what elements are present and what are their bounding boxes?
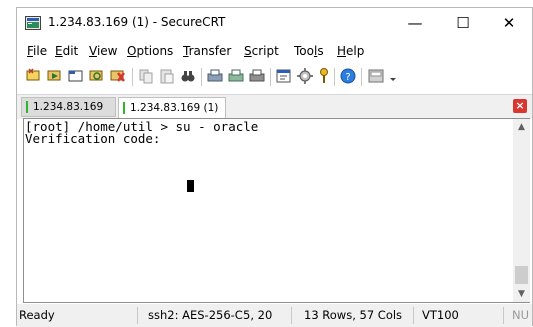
find-icon[interactable] bbox=[179, 67, 197, 85]
session-options-icon[interactable] bbox=[275, 67, 293, 85]
help-icon[interactable]: ? bbox=[339, 67, 357, 85]
menu-tools[interactable]: Tools bbox=[294, 44, 324, 58]
status-separator bbox=[503, 307, 504, 324]
print-icon[interactable] bbox=[206, 67, 224, 85]
sftp-icon[interactable] bbox=[367, 67, 385, 85]
reconnect-icon[interactable] bbox=[88, 67, 106, 85]
title-bar[interactable]: 1.234.83.169 (1) - SecureCRT — ☐ ✕ bbox=[17, 8, 532, 38]
paste-icon[interactable] bbox=[158, 67, 176, 85]
status-separator bbox=[291, 307, 292, 324]
status-cipher: ssh2: AES-256-C bbox=[148, 308, 243, 322]
toolbar-separator bbox=[270, 68, 271, 86]
tab-label: 1.234.83.169 (1) bbox=[130, 102, 219, 114]
securecrt-app-icon bbox=[25, 16, 41, 30]
terminal-line: Verification code: bbox=[25, 131, 161, 146]
connected-status-icon bbox=[26, 101, 28, 113]
maximize-button[interactable]: ☐ bbox=[440, 8, 486, 38]
menu-script[interactable]: Script bbox=[244, 44, 279, 58]
session-tab-bar: 1.234.83.169 1.234.83.169 (1) × bbox=[17, 94, 532, 119]
close-icon: ✕ bbox=[502, 14, 516, 32]
print-selection-icon[interactable] bbox=[227, 67, 245, 85]
status-separator bbox=[137, 307, 138, 324]
menu-options[interactable]: Options bbox=[127, 44, 173, 58]
print-setup-icon[interactable] bbox=[248, 67, 266, 85]
menu-bar: File Edit View Options Transfer Script T… bbox=[17, 41, 532, 61]
disconnect-icon[interactable] bbox=[109, 67, 127, 85]
menu-file[interactable]: File bbox=[27, 44, 47, 58]
close-tab-icon[interactable]: × bbox=[513, 99, 527, 113]
menu-edit[interactable]: Edit bbox=[55, 44, 78, 58]
toolbar: ? bbox=[17, 64, 532, 90]
menu-transfer[interactable]: Transfer bbox=[183, 44, 231, 58]
connected-status-icon bbox=[123, 102, 125, 114]
menu-view[interactable]: View bbox=[89, 44, 117, 58]
minimize-icon: — bbox=[407, 14, 423, 32]
terminal-area[interactable]: [root] /home/util > su - oracle Verifica… bbox=[23, 118, 513, 303]
menu-help[interactable]: Help bbox=[337, 44, 364, 58]
svg-text:?: ? bbox=[345, 72, 350, 83]
connect-icon[interactable] bbox=[25, 67, 43, 85]
toolbar-separator bbox=[361, 68, 362, 86]
tab-session-1[interactable]: 1.234.83.169 bbox=[21, 97, 116, 117]
copy-icon[interactable] bbox=[137, 67, 155, 85]
toolbar-separator bbox=[201, 68, 202, 86]
quick-connect-icon[interactable] bbox=[46, 67, 64, 85]
status-bar: Ready ssh2: AES-256-C 5, 20 13 Rows, 57 … bbox=[17, 304, 532, 327]
status-terminal-size: 13 Rows, 57 Cols bbox=[304, 308, 403, 322]
minimize-button[interactable]: — bbox=[392, 8, 438, 38]
tab-label: 1.234.83.169 bbox=[33, 101, 104, 113]
status-ready: Ready bbox=[19, 308, 55, 322]
keymap-icon[interactable] bbox=[315, 67, 333, 85]
toolbar-separator bbox=[132, 68, 133, 86]
vertical-scrollbar[interactable]: ▲ ▼ bbox=[513, 118, 530, 303]
scroll-down-icon[interactable]: ▼ bbox=[513, 287, 530, 302]
connect-tab-icon[interactable] bbox=[67, 67, 85, 85]
status-cursor-position: 5, 20 bbox=[243, 308, 273, 322]
tab-session-2[interactable]: 1.234.83.169 (1) bbox=[118, 97, 226, 118]
toolbar-overflow-icon[interactable] bbox=[388, 67, 398, 85]
window-title: 1.234.83.169 (1) - SecureCRT bbox=[48, 15, 226, 29]
status-emulation: VT100 bbox=[422, 308, 459, 322]
toolbar-separator bbox=[334, 68, 335, 86]
terminal-cursor bbox=[187, 180, 194, 192]
securecrt-window: 1.234.83.169 (1) - SecureCRT — ☐ ✕ File … bbox=[16, 7, 533, 327]
close-button[interactable]: ✕ bbox=[486, 8, 532, 38]
scrollbar-thumb[interactable] bbox=[515, 266, 528, 284]
status-separator bbox=[413, 307, 414, 324]
status-num-lock: NU bbox=[512, 308, 530, 322]
maximize-icon: ☐ bbox=[456, 14, 470, 32]
scroll-up-icon[interactable]: ▲ bbox=[513, 120, 530, 135]
global-options-icon[interactable] bbox=[296, 67, 314, 85]
